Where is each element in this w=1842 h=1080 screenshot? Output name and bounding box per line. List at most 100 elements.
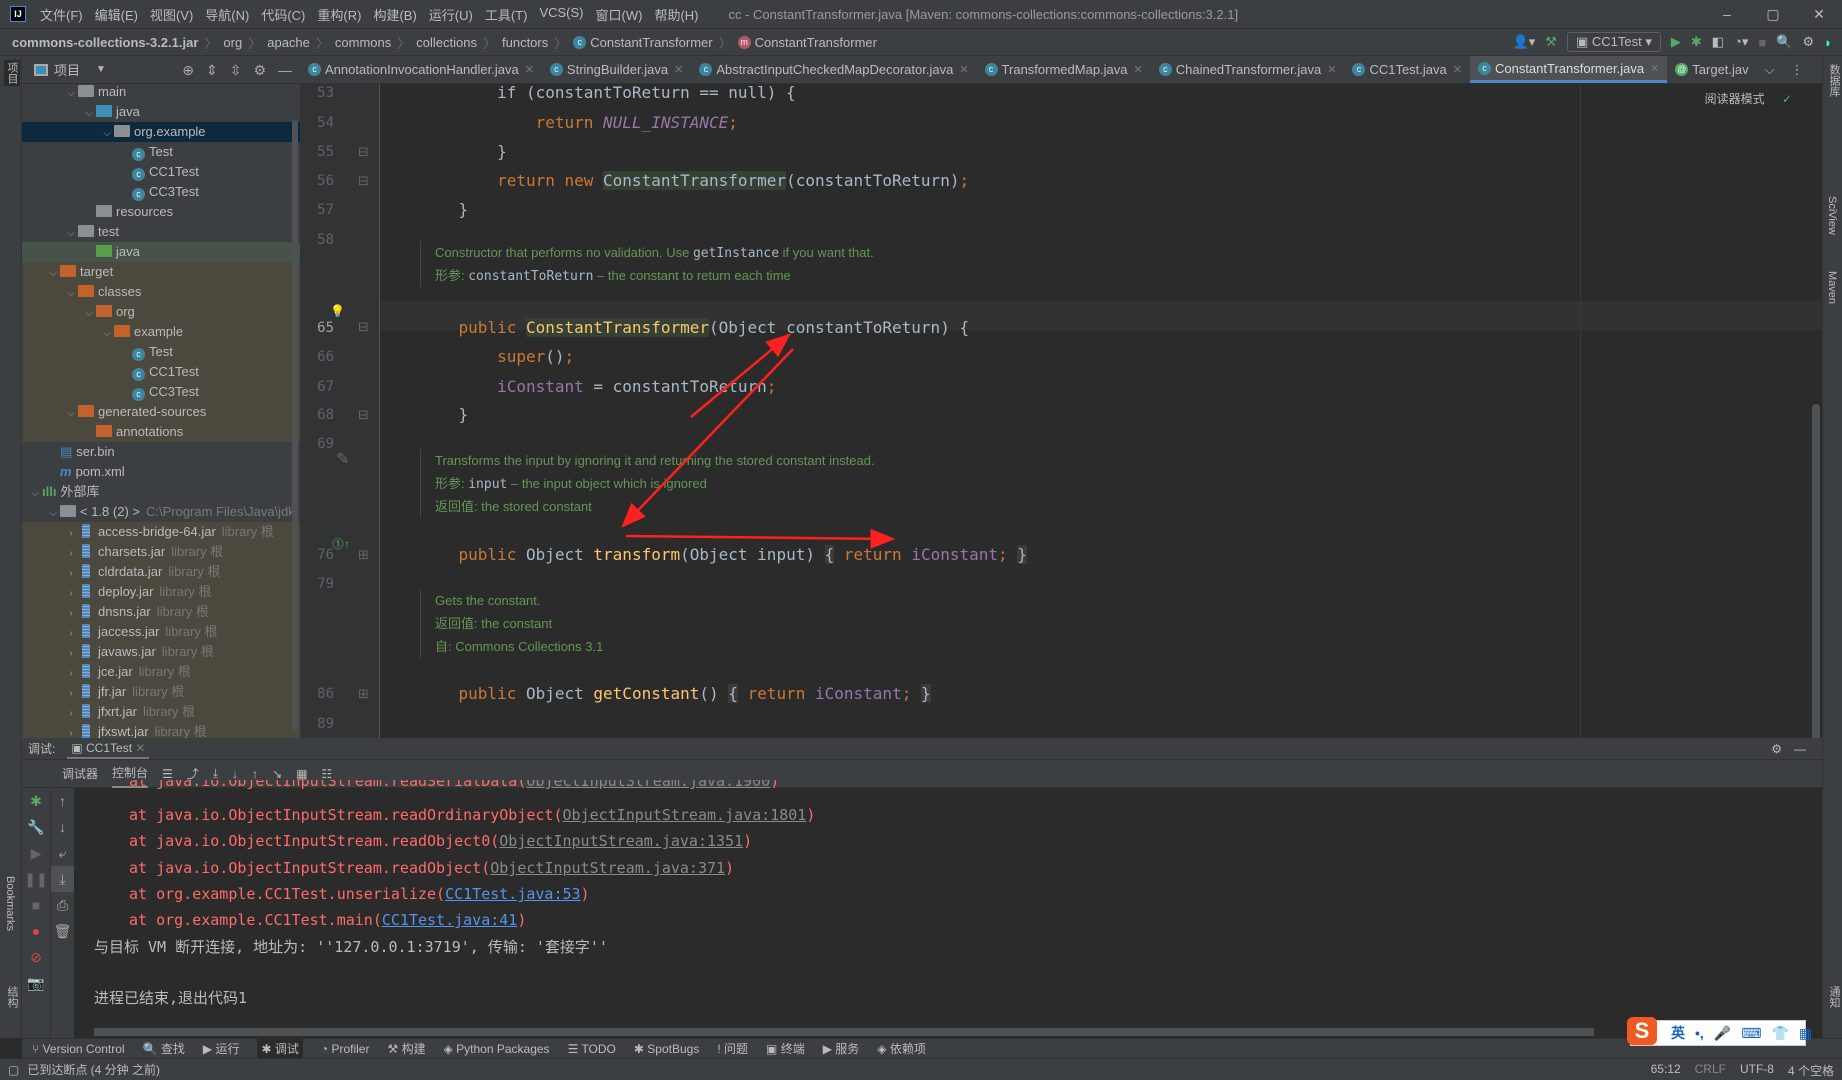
tree-item[interactable]: › jfr.jar library 根 xyxy=(22,682,300,702)
tree-item[interactable]: c Test xyxy=(22,342,300,362)
breadcrumb-item[interactable]: functors xyxy=(502,35,548,50)
chevron-right-icon[interactable]: › xyxy=(64,664,78,684)
edit-doc-icon[interactable]: ✎ xyxy=(336,449,349,469)
menu-item[interactable]: VCS(S) xyxy=(533,5,589,24)
right-tool-button[interactable]: 数据库 xyxy=(1826,64,1842,97)
structure-tool-button[interactable]: 结构 xyxy=(4,986,20,1008)
step-into-icon[interactable]: ↓ xyxy=(232,767,238,781)
tree-item[interactable]: c CC3Test xyxy=(22,382,300,402)
expand-marker-icon[interactable]: ⊞ xyxy=(358,547,369,563)
chevron-right-icon[interactable]: › xyxy=(64,584,78,604)
fold-marker-icon[interactable]: ⊟ xyxy=(358,319,369,335)
chevron-down-icon[interactable]: ⌵ xyxy=(46,264,60,284)
chevron-right-icon[interactable]: › xyxy=(64,544,78,564)
more-actions-icon[interactable]: ⋮ xyxy=(1783,56,1812,83)
right-tool-button[interactable]: Maven xyxy=(1826,271,1838,304)
pause-icon[interactable]: ❚❚ xyxy=(22,866,50,892)
tree-item[interactable]: c CC1Test xyxy=(22,162,300,182)
code-line[interactable]: if (constantToReturn == null) { xyxy=(420,84,796,102)
tool-window-button[interactable]: ▶ 服务 xyxy=(823,1040,860,1057)
tree-item[interactable]: › jfxrt.jar library 根 xyxy=(22,702,300,722)
run-config-select[interactable]: ▣ CC1Test ▾ xyxy=(1566,32,1661,52)
fold-marker-icon[interactable]: ⊟ xyxy=(358,144,369,160)
file-encoding[interactable]: UTF-8 xyxy=(1740,1062,1774,1079)
expand-marker-icon[interactable]: ⊞ xyxy=(358,686,369,702)
chevron-down-icon[interactable]: ⌵ xyxy=(82,304,96,324)
debug-icon[interactable]: ✱ xyxy=(1691,34,1702,50)
trash-icon[interactable]: 🗑 xyxy=(51,918,74,944)
stop-icon[interactable]: ■ xyxy=(22,892,50,918)
tree-item[interactable]: › javaws.jar library 根 xyxy=(22,642,300,662)
collapse-all-icon[interactable]: ⇳ xyxy=(230,62,242,79)
fold-marker-icon[interactable]: ⊟ xyxy=(358,173,369,189)
menu-item[interactable]: 编辑(E) xyxy=(89,5,144,24)
tree-item[interactable]: ⌵ generated-sources xyxy=(22,402,300,422)
chevron-down-icon[interactable]: ▼ xyxy=(96,64,106,75)
tool-window-button[interactable]: ◔ Profiler xyxy=(321,1042,370,1056)
tool-window-button[interactable]: ✱ 调试 xyxy=(257,1038,303,1059)
code-line[interactable]: } xyxy=(420,405,469,424)
chevron-down-icon[interactable]: ⌵ xyxy=(82,104,96,124)
intention-bulb-icon[interactable]: 💡 xyxy=(330,304,345,318)
menu-item[interactable]: 视图(V) xyxy=(144,5,199,24)
run-icon[interactable]: ▶ xyxy=(1671,34,1681,50)
bookmarks-tool-button[interactable]: Bookmarks xyxy=(4,876,16,931)
menu-item[interactable]: 重构(R) xyxy=(311,5,367,24)
step-over-icon[interactable]: ⤓ xyxy=(213,766,218,781)
close-tab-icon[interactable]: ✕ xyxy=(674,63,683,76)
tree-item[interactable]: ▤ ser.bin xyxy=(22,442,300,462)
close-icon[interactable]: ✕ xyxy=(135,741,145,755)
fold-marker-icon[interactable]: ⊟ xyxy=(358,407,369,423)
build-hammer-icon[interactable]: ⚒ xyxy=(1545,34,1557,50)
expand-all-icon[interactable]: ⇕ xyxy=(206,62,218,79)
tree-item[interactable]: c Test xyxy=(22,142,300,162)
code-line[interactable]: public Object transform(Object input) { … xyxy=(420,545,1027,564)
tree-item[interactable]: › charsets.jar library 根 xyxy=(22,542,300,562)
chevron-right-icon[interactable]: › xyxy=(64,624,78,644)
settings-gear-icon[interactable]: ⚙ xyxy=(1802,34,1814,50)
tree-item[interactable]: › jfxswt.jar library 根 xyxy=(22,722,300,738)
tree-item[interactable]: m pom.xml xyxy=(22,462,300,482)
caret-position[interactable]: 65:12 xyxy=(1651,1062,1681,1079)
menu-item[interactable]: 构建(B) xyxy=(367,5,422,24)
locate-file-icon[interactable]: ⊕ xyxy=(182,62,194,79)
console-link[interactable]: ObjectInputStream.java:1801 xyxy=(562,806,806,824)
breadcrumb-item[interactable]: ConstantTransformer xyxy=(755,35,877,50)
editor-tab[interactable]: c TransformedMap.java ✕ xyxy=(977,56,1151,83)
tree-item[interactable]: › jce.jar library 根 xyxy=(22,662,300,682)
chevron-right-icon[interactable]: › xyxy=(64,704,78,724)
project-view-select[interactable]: 项目 xyxy=(54,60,80,79)
breadcrumb-item[interactable]: org xyxy=(223,35,242,50)
toolbox-icon[interactable]: ▦ xyxy=(1799,1025,1812,1042)
editor-tab[interactable]: c CC1Test.java ✕ xyxy=(1344,56,1470,83)
jetbrains-toolbox-icon[interactable]: ◗ xyxy=(1824,35,1832,50)
tree-item[interactable]: › deploy.jar library 根 xyxy=(22,582,300,602)
tree-item[interactable]: ⌵ < 1.8 (2) > C:\Program Files\Java\jdk xyxy=(22,502,300,522)
gear-icon[interactable]: ⚙ xyxy=(253,62,266,79)
tool-window-button[interactable]: ◈ Python Packages xyxy=(444,1042,550,1056)
tree-item[interactable]: c CC3Test xyxy=(22,182,300,202)
step-out-icon[interactable]: ↑ xyxy=(252,767,258,781)
menu-item[interactable]: 导航(N) xyxy=(199,5,255,24)
code-line[interactable]: public Object getConstant() { return iCo… xyxy=(420,684,931,703)
breadcrumb-item[interactable]: apache xyxy=(267,35,310,50)
editor-tab[interactable]: @ Target.jav xyxy=(1667,56,1756,83)
tree-item[interactable]: ⌵ ıllı 外部库 xyxy=(22,482,300,502)
soft-wrap-icon[interactable]: ⤶ xyxy=(51,840,74,866)
editor-tab[interactable]: c AbstractInputCheckedMapDecorator.java ✕ xyxy=(691,56,976,83)
close-tab-icon[interactable]: ✕ xyxy=(1650,62,1659,75)
debug-session-tab[interactable]: ▣ CC1Test ✕ xyxy=(67,739,150,759)
chevron-right-icon[interactable]: › xyxy=(64,564,78,584)
close-tab-icon[interactable]: ✕ xyxy=(1134,63,1143,76)
chevron-down-icon[interactable]: ⌵ xyxy=(64,84,78,104)
editor-tab[interactable]: c ChainedTransformer.java ✕ xyxy=(1151,56,1345,83)
tree-item[interactable]: java xyxy=(22,242,300,262)
hide-panel-icon[interactable]: — xyxy=(278,62,292,79)
tab-debugger[interactable]: 调试器 xyxy=(62,765,98,782)
print-icon[interactable]: ⎙ xyxy=(51,892,74,918)
arrow-down-icon[interactable]: ↓ xyxy=(51,814,74,840)
tool-window-button[interactable]: ☰ TODO xyxy=(568,1042,616,1056)
chevron-down-icon[interactable]: ⌵ xyxy=(100,324,114,344)
search-icon[interactable]: 🔍 xyxy=(1776,34,1792,50)
tree-item[interactable]: ⌵ target xyxy=(22,262,300,282)
